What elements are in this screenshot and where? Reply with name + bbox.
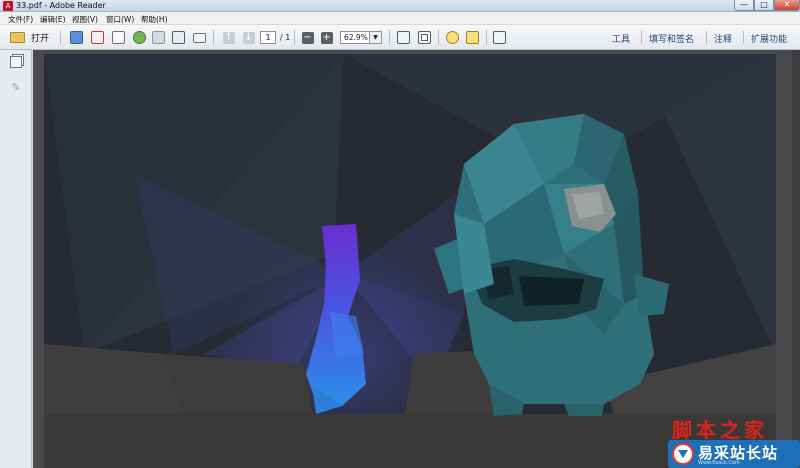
comment-pane-link[interactable]: 注释 (714, 32, 732, 45)
zoom-level-input[interactable]: 62.9% (340, 31, 370, 44)
cloud-upload-button[interactable] (131, 29, 148, 46)
highlight-button[interactable] (464, 29, 481, 46)
combine-files-icon (91, 31, 104, 44)
comment-button[interactable] (444, 29, 461, 46)
fit-page-icon (418, 31, 431, 44)
zoom-in-button[interactable]: + (318, 29, 335, 46)
ground-block (44, 344, 184, 414)
next-page-button[interactable]: ↓ (240, 29, 257, 46)
vertical-scrollbar[interactable] (792, 50, 800, 468)
expand-icon (493, 31, 506, 44)
edit-pdf-icon (112, 31, 125, 44)
menu-window[interactable]: 窗口(W) (106, 14, 134, 25)
plus-icon: + (320, 31, 333, 44)
maximize-button[interactable]: □ (754, 0, 774, 11)
document-area[interactable] (33, 50, 800, 468)
fit-width-icon (397, 31, 410, 44)
speech-bubble-icon (446, 31, 459, 44)
tools-pane-link[interactable]: 工具 (612, 32, 630, 45)
create-pdf-button[interactable] (68, 29, 85, 46)
fill-sign-pane-link[interactable]: 填写和签名 (649, 32, 694, 45)
read-mode-button[interactable] (491, 29, 508, 46)
toolbar-separator (743, 31, 744, 44)
highlighter-icon (466, 31, 479, 44)
fit-page-button[interactable] (416, 29, 433, 46)
toolbar-separator (294, 30, 295, 45)
minimize-button[interactable]: — (734, 0, 754, 11)
toolbar-separator (60, 30, 61, 45)
arrow-up-icon: ↑ (222, 31, 235, 44)
page-number-input[interactable]: 1 (260, 31, 276, 44)
menu-help[interactable]: 帮助(H) (141, 14, 168, 25)
pdf-page (44, 54, 776, 468)
save-button[interactable] (150, 29, 167, 46)
fit-width-button[interactable] (395, 29, 412, 46)
combine-files-button[interactable] (89, 29, 106, 46)
toolbar-separator (486, 30, 487, 45)
ground-block (164, 354, 314, 419)
open-button-label: 打开 (31, 34, 50, 44)
menu-bar: 文件(F) 编辑(E) 视图(V) 窗口(W) 帮助(H) (0, 12, 800, 25)
navigation-panel: ✎ (0, 50, 32, 468)
watermark-logo-icon (672, 443, 694, 465)
monster-leg (564, 404, 604, 416)
pages-panel-icon[interactable] (10, 56, 22, 68)
zoom-dropdown-button[interactable]: ▼ (370, 31, 382, 44)
close-button[interactable]: ✕ (774, 0, 800, 11)
zoom-out-button[interactable]: − (299, 29, 316, 46)
menu-file[interactable]: 文件(F) (8, 14, 33, 25)
watermark: 脚本之家 易采站长站 Www.Easck.Com (662, 414, 800, 468)
email-button[interactable] (191, 29, 208, 46)
extended-pane-link[interactable]: 扩展功能 (751, 32, 787, 45)
menu-edit[interactable]: 编辑(E) (40, 14, 66, 25)
create-pdf-icon (70, 31, 83, 44)
menu-view[interactable]: 视图(V) (72, 14, 98, 25)
toolbar-separator (389, 30, 390, 45)
page-total: / 1 (280, 33, 291, 42)
open-button[interactable]: 打开 (10, 29, 49, 46)
adobe-reader-icon: A (3, 1, 13, 11)
window-title: 33.pdf - Adobe Reader (16, 1, 106, 10)
title-bar: A 33.pdf - Adobe Reader — □ ✕ (0, 0, 800, 12)
print-icon (172, 31, 185, 44)
toolbar-separator (641, 31, 642, 44)
chevron-down-icon: ▼ (373, 34, 378, 41)
toolbar-separator (438, 30, 439, 45)
arrow-down-icon: ↓ (242, 31, 255, 44)
watermark-badge: 易采站长站 Www.Easck.Com (668, 440, 800, 468)
toolbar-separator (213, 30, 214, 45)
pen-icon[interactable]: ✎ (10, 82, 22, 94)
save-icon (152, 31, 165, 44)
print-button[interactable] (170, 29, 187, 46)
cloud-upload-icon (133, 31, 146, 44)
envelope-icon (193, 32, 206, 43)
watermark-url: Www.Easck.Com (698, 460, 740, 466)
toolbar-separator (706, 31, 707, 44)
low-poly-illustration (44, 54, 776, 468)
monster-right-arm (634, 274, 669, 316)
watermark-top-text: 脚本之家 (672, 418, 768, 442)
toolbar: 打开 ↑ ↓ 1 / 1 − + 62.9% ▼ 工具 填写和签名 注释 扩展功… (0, 25, 800, 50)
folder-icon (10, 32, 25, 43)
edit-pdf-button[interactable] (110, 29, 127, 46)
previous-page-button[interactable]: ↑ (220, 29, 237, 46)
minus-icon: − (301, 31, 314, 44)
